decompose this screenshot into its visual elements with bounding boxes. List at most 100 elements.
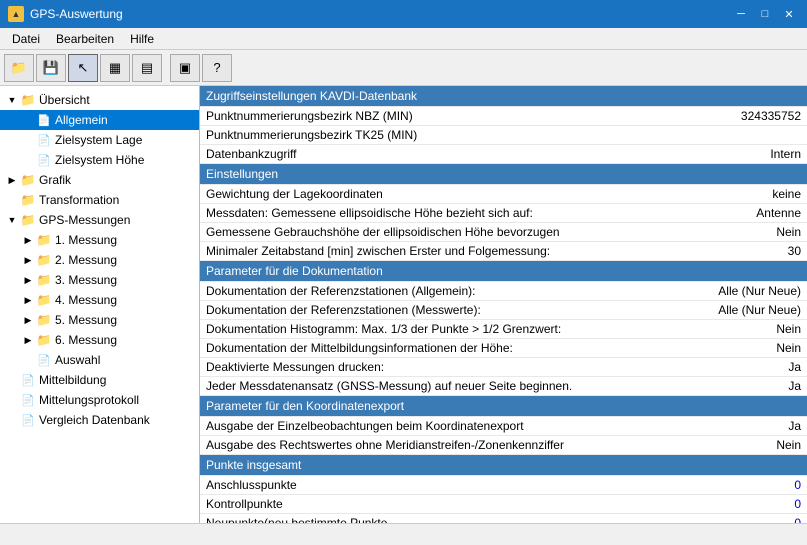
tree-item-messung1[interactable]: ▶📁1. Messung <box>0 230 199 250</box>
tree-item-auswahl[interactable]: 📄Auswahl <box>0 350 199 370</box>
tree-item-transformation[interactable]: 📁Transformation <box>0 190 199 210</box>
content-panel[interactable]: Zugriffseinstellungen KAVDI-DatenbankPun… <box>200 86 807 523</box>
tree-expander-transformation[interactable] <box>4 192 20 208</box>
tree-item-mittelungsprotokoll[interactable]: 📄Mittelungsprotokoll <box>0 390 199 410</box>
row-value: 30 <box>595 242 807 261</box>
page-icon: 📄 <box>20 392 36 408</box>
folder-icon: 📁 <box>20 212 36 228</box>
page-icon: 📄 <box>36 352 52 368</box>
section-header-label: Punkte insgesamt <box>200 455 807 476</box>
toolbar: 📁💾↖▦▤ ▣? <box>0 50 807 86</box>
row-value: 324335752 <box>595 107 807 126</box>
tree-expander-messung1[interactable]: ▶ <box>20 232 36 248</box>
folder-icon: 📁 <box>36 312 52 328</box>
content-row-6: Messdaten: Gemessene ellipsoidische Höhe… <box>200 204 807 223</box>
folder-icon: 📁 <box>20 172 36 188</box>
content-row-12: Dokumentation Histogramm: Max. 1/3 der P… <box>200 320 807 339</box>
row-value: Ja <box>595 417 807 436</box>
save-icon[interactable]: 💾 <box>36 54 66 82</box>
content-row-1: Punktnummerierungsbezirk NBZ (MIN)324335… <box>200 107 807 126</box>
tree-expander-auswahl[interactable] <box>20 352 36 368</box>
tree-item-uebersicht[interactable]: ▼📁Übersicht <box>0 90 199 110</box>
tree-expander-messung6[interactable]: ▶ <box>20 332 36 348</box>
minimize-button[interactable]: ─ <box>731 4 751 24</box>
tree-label-messung6: 6. Messung <box>55 333 117 347</box>
row-label: Ausgabe der Einzelbeobachtungen beim Koo… <box>200 417 595 436</box>
tree-expander-gps-messungen[interactable]: ▼ <box>4 212 20 228</box>
app-icon: ▲ <box>8 6 24 22</box>
tree-label-messung1: 1. Messung <box>55 233 117 247</box>
row-value: Alle (Nur Neue) <box>595 282 807 301</box>
tree-label-mittelbildung: Mittelbildung <box>39 373 106 387</box>
row-label: Punktnummerierungsbezirk NBZ (MIN) <box>200 107 595 126</box>
grid-icon[interactable]: ▦ <box>100 54 130 82</box>
tree-expander-messung4[interactable]: ▶ <box>20 292 36 308</box>
cursor-icon[interactable]: ↖ <box>68 54 98 82</box>
tree-item-zielsystem-lage[interactable]: 📄Zielsystem Lage <box>0 130 199 150</box>
tree-expander-zielsystem-lage[interactable] <box>20 132 36 148</box>
content-row-7: Gemessene Gebrauchshöhe der ellipsoidisc… <box>200 223 807 242</box>
tree-expander-mittelungsprotokoll[interactable] <box>4 392 20 408</box>
tree-item-grafik[interactable]: ▶📁Grafik <box>0 170 199 190</box>
row-value: Nein <box>595 339 807 358</box>
tree-item-messung4[interactable]: ▶📁4. Messung <box>0 290 199 310</box>
tree-item-messung6[interactable]: ▶📁6. Messung <box>0 330 199 350</box>
tree-expander-mittelbildung[interactable] <box>4 372 20 388</box>
maximize-button[interactable]: □ <box>755 4 775 24</box>
tree-item-gps-messungen[interactable]: ▼📁GPS-Messungen <box>0 210 199 230</box>
content-row-5: Gewichtung der Lagekoordinatenkeine <box>200 185 807 204</box>
row-label: Dokumentation der Referenzstationen (Mes… <box>200 301 595 320</box>
folder-icon: 📁 <box>36 292 52 308</box>
row-label: Minimaler Zeitabstand [min] zwischen Ers… <box>200 242 595 261</box>
tree-label-gps-messungen: GPS-Messungen <box>39 213 130 227</box>
window-controls: ─ □ ✕ <box>731 4 799 24</box>
tree-item-messung5[interactable]: ▶📁5. Messung <box>0 310 199 330</box>
tree-expander-messung2[interactable]: ▶ <box>20 252 36 268</box>
close-button[interactable]: ✕ <box>779 4 799 24</box>
content-row-20: Anschlusspunkte0 <box>200 476 807 495</box>
tree-expander-messung5[interactable]: ▶ <box>20 312 36 328</box>
content-row-13: Dokumentation der Mittelbildungsinformat… <box>200 339 807 358</box>
menu-item-bearbeiten[interactable]: Bearbeiten <box>48 30 122 48</box>
content-row-11: Dokumentation der Referenzstationen (Mes… <box>200 301 807 320</box>
tree-item-vergleich-datenbank[interactable]: 📄Vergleich Datenbank <box>0 410 199 430</box>
tree-expander-grafik[interactable]: ▶ <box>4 172 20 188</box>
tree-label-messung3: 3. Messung <box>55 273 117 287</box>
tree-label-allgemein: Allgemein <box>55 113 108 127</box>
menu-item-datei[interactable]: Datei <box>4 30 48 48</box>
tree-label-messung4: 4. Messung <box>55 293 117 307</box>
row-label: Dokumentation Histogramm: Max. 1/3 der P… <box>200 320 595 339</box>
folder-icon: 📁 <box>36 232 52 248</box>
row-label: Kontrollpunkte <box>200 495 595 514</box>
tree-label-zielsystem-hoehe: Zielsystem Höhe <box>55 153 144 167</box>
tree-expander-uebersicht[interactable]: ▼ <box>4 92 20 108</box>
tree-item-allgemein[interactable]: 📄Allgemein <box>0 110 199 130</box>
content-row-18: Ausgabe des Rechtswertes ohne Meridianst… <box>200 436 807 455</box>
open-icon[interactable]: 📁 <box>4 54 34 82</box>
tree-expander-zielsystem-hoehe[interactable] <box>20 152 36 168</box>
tree-expander-allgemein[interactable] <box>20 112 36 128</box>
table-icon[interactable]: ▣ <box>170 54 200 82</box>
row-label: Deaktivierte Messungen drucken: <box>200 358 595 377</box>
status-bar <box>0 523 807 545</box>
tree-expander-messung3[interactable]: ▶ <box>20 272 36 288</box>
folder-icon: 📁 <box>20 92 36 108</box>
tree-label-grafik: Grafik <box>39 173 71 187</box>
grid2-icon[interactable]: ▤ <box>132 54 162 82</box>
tree-item-messung2[interactable]: ▶📁2. Messung <box>0 250 199 270</box>
menu-item-hilfe[interactable]: Hilfe <box>122 30 162 48</box>
tree-panel[interactable]: ▼📁Übersicht📄Allgemein📄Zielsystem Lage📄Zi… <box>0 86 200 523</box>
tree-item-mittelbildung[interactable]: 📄Mittelbildung <box>0 370 199 390</box>
tree-item-zielsystem-hoehe[interactable]: 📄Zielsystem Höhe <box>0 150 199 170</box>
row-value: Alle (Nur Neue) <box>595 301 807 320</box>
tree-label-zielsystem-lage: Zielsystem Lage <box>55 133 142 147</box>
tree-expander-vergleich-datenbank[interactable] <box>4 412 20 428</box>
tree-label-auswahl: Auswahl <box>55 353 100 367</box>
row-label: Ausgabe des Rechtswertes ohne Meridianst… <box>200 436 595 455</box>
tree-item-messung3[interactable]: ▶📁3. Messung <box>0 270 199 290</box>
app-title: GPS-Auswertung <box>30 7 123 21</box>
help-icon[interactable]: ? <box>202 54 232 82</box>
tree-label-vergleich-datenbank: Vergleich Datenbank <box>39 413 150 427</box>
section-header-label: Einstellungen <box>200 164 807 185</box>
row-value: Antenne <box>595 204 807 223</box>
